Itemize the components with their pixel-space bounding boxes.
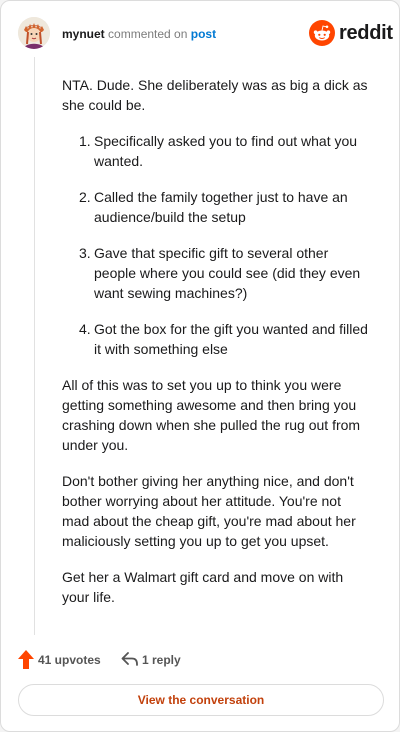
list-item-text: Gave that specific gift to several other… [94, 245, 361, 301]
list-number: 3. [79, 245, 91, 261]
view-conversation-button[interactable]: View the conversation [18, 684, 384, 716]
comment-body: NTA. Dude. She deliberately was as big a… [62, 75, 372, 623]
comment-paragraph: Get her a Walmart gift card and move on … [62, 569, 344, 605]
comment-paragraph: NTA. Dude. She deliberately was as big a… [62, 77, 368, 113]
comment-paragraph: All of this was to set you up to think y… [62, 377, 361, 453]
comment-actions: 41 upvotes 1 reply [18, 649, 383, 671]
list-item: 1. Specifically asked you to find out wh… [62, 131, 372, 171]
list-item-text: Specifically asked you to find out what … [94, 133, 358, 169]
brand-wordmark: reddit [339, 22, 393, 44]
comment-embed-card: mynuet commented on post reddit NTA. Dud… [0, 0, 400, 732]
list-item-text: Got the box for the gift you wanted and … [94, 321, 368, 357]
post-link[interactable]: post [191, 27, 216, 41]
reddit-logo-icon [309, 20, 335, 46]
list-number: 1. [79, 133, 91, 149]
upvote-arrow-icon [18, 650, 34, 669]
upvote-count: 41 upvotes [38, 653, 101, 667]
list-item: 2. Called the family together just to ha… [62, 187, 372, 227]
thread-line [34, 57, 35, 635]
reply-arrow-icon [121, 652, 138, 666]
list-number: 4. [79, 321, 91, 337]
username-link[interactable]: mynuet [62, 27, 105, 41]
user-avatar[interactable] [18, 17, 50, 49]
list-item: 4. Got the box for the gift you wanted a… [62, 319, 372, 359]
comment-list: 1. Specifically asked you to find out wh… [62, 131, 372, 359]
reddit-brand[interactable]: reddit [309, 20, 393, 46]
list-item-text: Called the family together just to have … [94, 189, 348, 225]
action-text: commented on [108, 27, 188, 41]
reply-count: 1 reply [142, 653, 181, 667]
list-item: 3. Gave that specific gift to several ot… [62, 243, 372, 303]
comment-paragraph: Don't bother giving her anything nice, a… [62, 473, 356, 549]
list-number: 2. [79, 189, 91, 205]
comment-header: mynuet commented on post reddit [18, 17, 393, 51]
comment-byline: mynuet commented on post [62, 27, 216, 41]
